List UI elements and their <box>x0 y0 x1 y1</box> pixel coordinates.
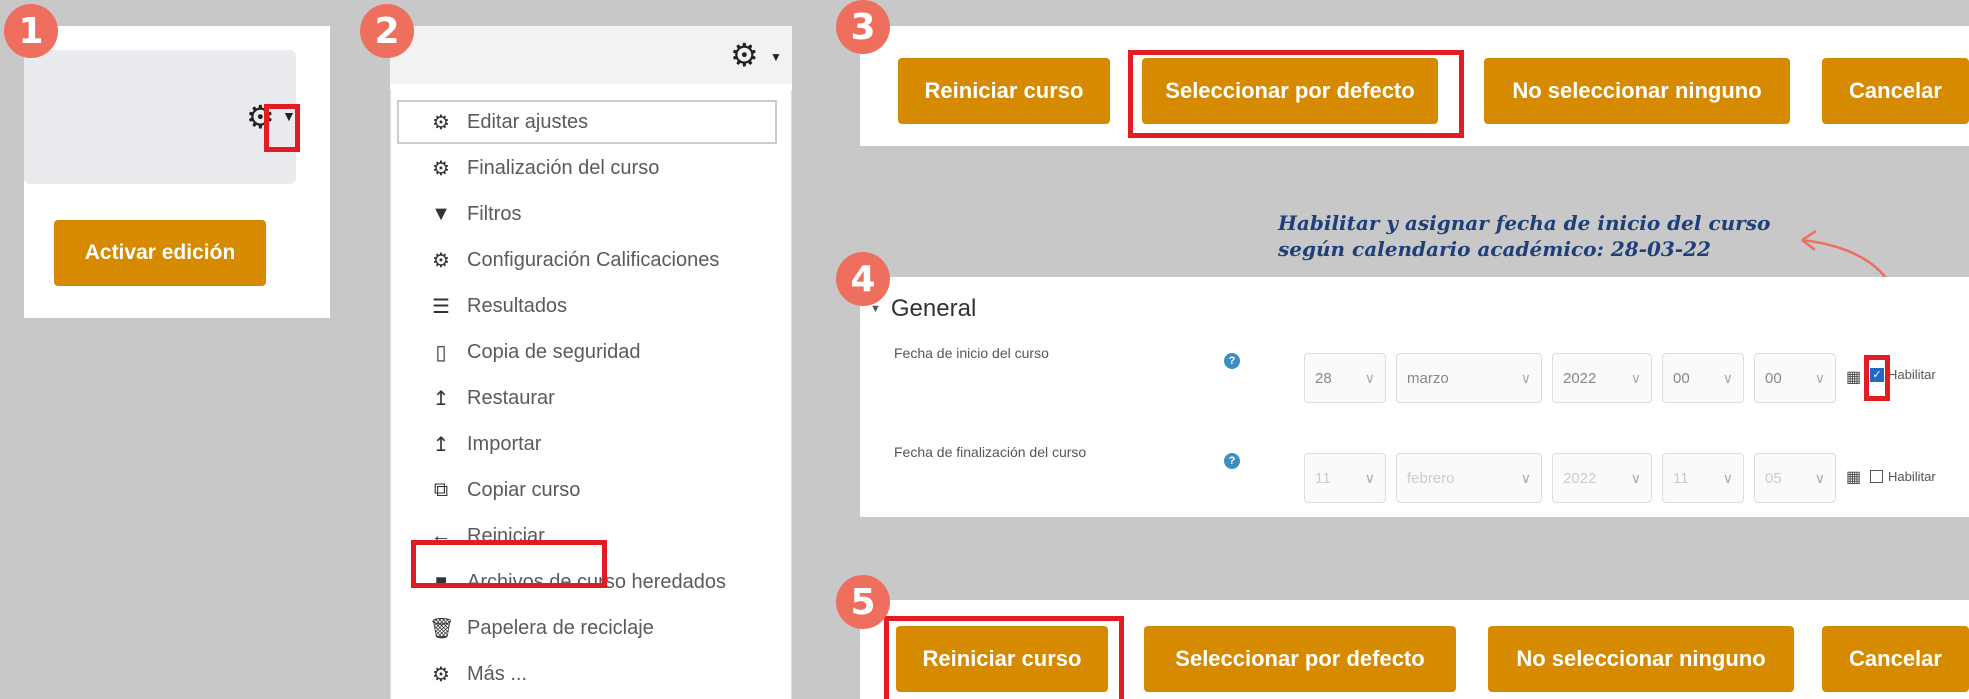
upload-icon: ↥ <box>432 433 450 456</box>
menu-item-label: Papelera de reciclaje <box>467 616 654 639</box>
end-year-select[interactable]: 2022 ∨ <box>1552 453 1652 503</box>
menu-item-label: Restaurar <box>467 386 555 409</box>
fecha-inicio-label: Fecha de inicio del curso <box>894 345 1049 361</box>
calendar-icon[interactable]: ▦ <box>1846 367 1861 387</box>
section-title: General <box>890 295 977 322</box>
upload-icon: ↥ <box>432 387 450 410</box>
menu-item-label: Importar <box>467 432 542 455</box>
panel-reset-actions-bottom: Reiniciar curso Seleccionar por defecto … <box>860 600 1969 699</box>
gear-icon: ⚙ <box>432 249 450 272</box>
help-icon[interactable]: ? <box>1224 353 1240 369</box>
menu-item-copiar-curso[interactable]: ⧉ Copiar curso <box>415 470 779 510</box>
menu-item-label: Finalización del curso <box>467 156 660 179</box>
panel-reset-actions-top: Reiniciar curso Seleccionar por defecto … <box>860 26 1969 146</box>
panel-course-menu: ⚙ ▼ ⚙ Editar ajustes ⚙ Finalización del cu… <box>390 26 792 699</box>
menu-item-filtros[interactable]: ▼ Filtros <box>415 194 779 234</box>
list-icon: ☰ <box>432 295 450 318</box>
annotation-line-2: según calendario académico: 28-03-22 <box>1278 237 1711 261</box>
highlight-habilitar <box>1864 355 1890 401</box>
file-icon: ▯ <box>435 341 447 364</box>
seleccionar-por-defecto-button[interactable]: Seleccionar por defecto <box>1144 626 1456 692</box>
menu-item-mas[interactable]: ⚙ Más ... <box>415 654 779 694</box>
highlight-reiniciar-curso <box>884 616 1124 699</box>
start-hour-select[interactable]: 00 ∨ <box>1662 353 1744 403</box>
menu-item-finalizacion[interactable]: ⚙ Finalización del curso <box>415 148 779 188</box>
menu-item-papelera[interactable]: 🗑 Papelera de reciclaje <box>415 608 779 648</box>
menu-item-copia-seguridad[interactable]: ▯ Copia de seguridad <box>415 332 779 372</box>
highlight-seleccionar-defecto <box>1128 50 1464 138</box>
highlight-caret <box>264 104 300 152</box>
cancelar-button[interactable]: Cancelar <box>1822 626 1969 692</box>
highlight-reiniciar <box>411 540 607 588</box>
checkbox-unchecked-icon <box>1870 470 1883 483</box>
trash-icon: 🗑 <box>429 617 455 640</box>
end-hour-select[interactable]: 11 ∨ <box>1662 453 1744 503</box>
gear-icon: ⚙ <box>432 111 450 134</box>
start-minute-select[interactable]: 00 ∨ <box>1754 353 1836 403</box>
menu-dropdown: ⚙ Editar ajustes ⚙ Finalización del curso … <box>390 90 792 699</box>
menu-item-resultados[interactable]: ☰ Resultados <box>415 286 779 326</box>
caret-down-icon: ▼ <box>870 303 881 315</box>
enable-label: Habilitar <box>1888 367 1936 382</box>
cancelar-button[interactable]: Cancelar <box>1822 58 1969 124</box>
menu-item-label: Editar ajustes <box>467 110 589 133</box>
menu-item-label: Copiar curso <box>467 478 581 501</box>
menu-item-restaurar[interactable]: ↥ Restaurar <box>415 378 779 418</box>
gear-icon: ⚙ <box>432 157 450 180</box>
menu-item-importar[interactable]: ↥ Importar <box>415 424 779 464</box>
menu-item-label: Más ... <box>467 662 528 685</box>
calendar-icon[interactable]: ▦ <box>1846 467 1861 487</box>
help-icon[interactable]: ? <box>1224 453 1240 469</box>
no-seleccionar-ninguno-button[interactable]: No seleccionar ninguno <box>1488 626 1794 692</box>
menu-item-calificaciones[interactable]: ⚙ Configuración Calificaciones <box>415 240 779 280</box>
menu-item-label: Resultados <box>467 294 568 317</box>
panel-course-header: ⚙ ▼ Activar edición <box>24 26 330 318</box>
annotation-note: Habilitar y asignar fecha de inicio del … <box>1278 210 1770 262</box>
end-day-select[interactable]: 11 ∨ <box>1304 453 1386 503</box>
start-day-select[interactable]: 28 ∨ <box>1304 353 1386 403</box>
step-badge-1: 1 <box>4 4 58 58</box>
enable-label: Habilitar <box>1888 469 1936 484</box>
activar-edicion-button[interactable]: Activar edición <box>54 220 266 286</box>
fecha-fin-label: Fecha de finalización del curso <box>894 444 1087 460</box>
caret-down-icon[interactable]: ▼ <box>770 50 782 64</box>
step-badge-2: 2 <box>360 4 414 58</box>
copy-icon: ⧉ <box>433 478 449 501</box>
gear-icon: ⚙ <box>432 663 450 686</box>
reiniciar-curso-button[interactable]: Reiniciar curso <box>898 58 1110 124</box>
no-seleccionar-ninguno-button[interactable]: No seleccionar ninguno <box>1484 58 1790 124</box>
end-enable-checkbox[interactable]: Habilitar <box>1870 469 1936 484</box>
menu-item-editar-ajustes[interactable]: ⚙ Editar ajustes <box>415 102 779 142</box>
menu-item-label: Configuración Calificaciones <box>467 248 720 271</box>
step-badge-3: 3 <box>836 0 890 54</box>
gear-icon[interactable]: ⚙ <box>730 36 759 74</box>
start-year-select[interactable]: 2022 ∨ <box>1552 353 1652 403</box>
step-badge-4: 4 <box>836 252 890 306</box>
panel-general-settings: ▼ General Fecha de inicio del curso ? 28… <box>860 277 1969 517</box>
section-header[interactable]: ▼ General <box>870 295 976 323</box>
step-badge-5: 5 <box>836 575 890 629</box>
annotation-line-1: Habilitar y asignar fecha de inicio del … <box>1278 211 1771 235</box>
filter-icon: ▼ <box>431 202 451 225</box>
end-month-select[interactable]: febrero ∨ <box>1396 453 1542 503</box>
menu-item-label: Filtros <box>467 202 522 225</box>
end-minute-select[interactable]: 05 ∨ <box>1754 453 1836 503</box>
menu-item-label: Copia de seguridad <box>467 340 641 363</box>
start-month-select[interactable]: marzo ∨ <box>1396 353 1542 403</box>
